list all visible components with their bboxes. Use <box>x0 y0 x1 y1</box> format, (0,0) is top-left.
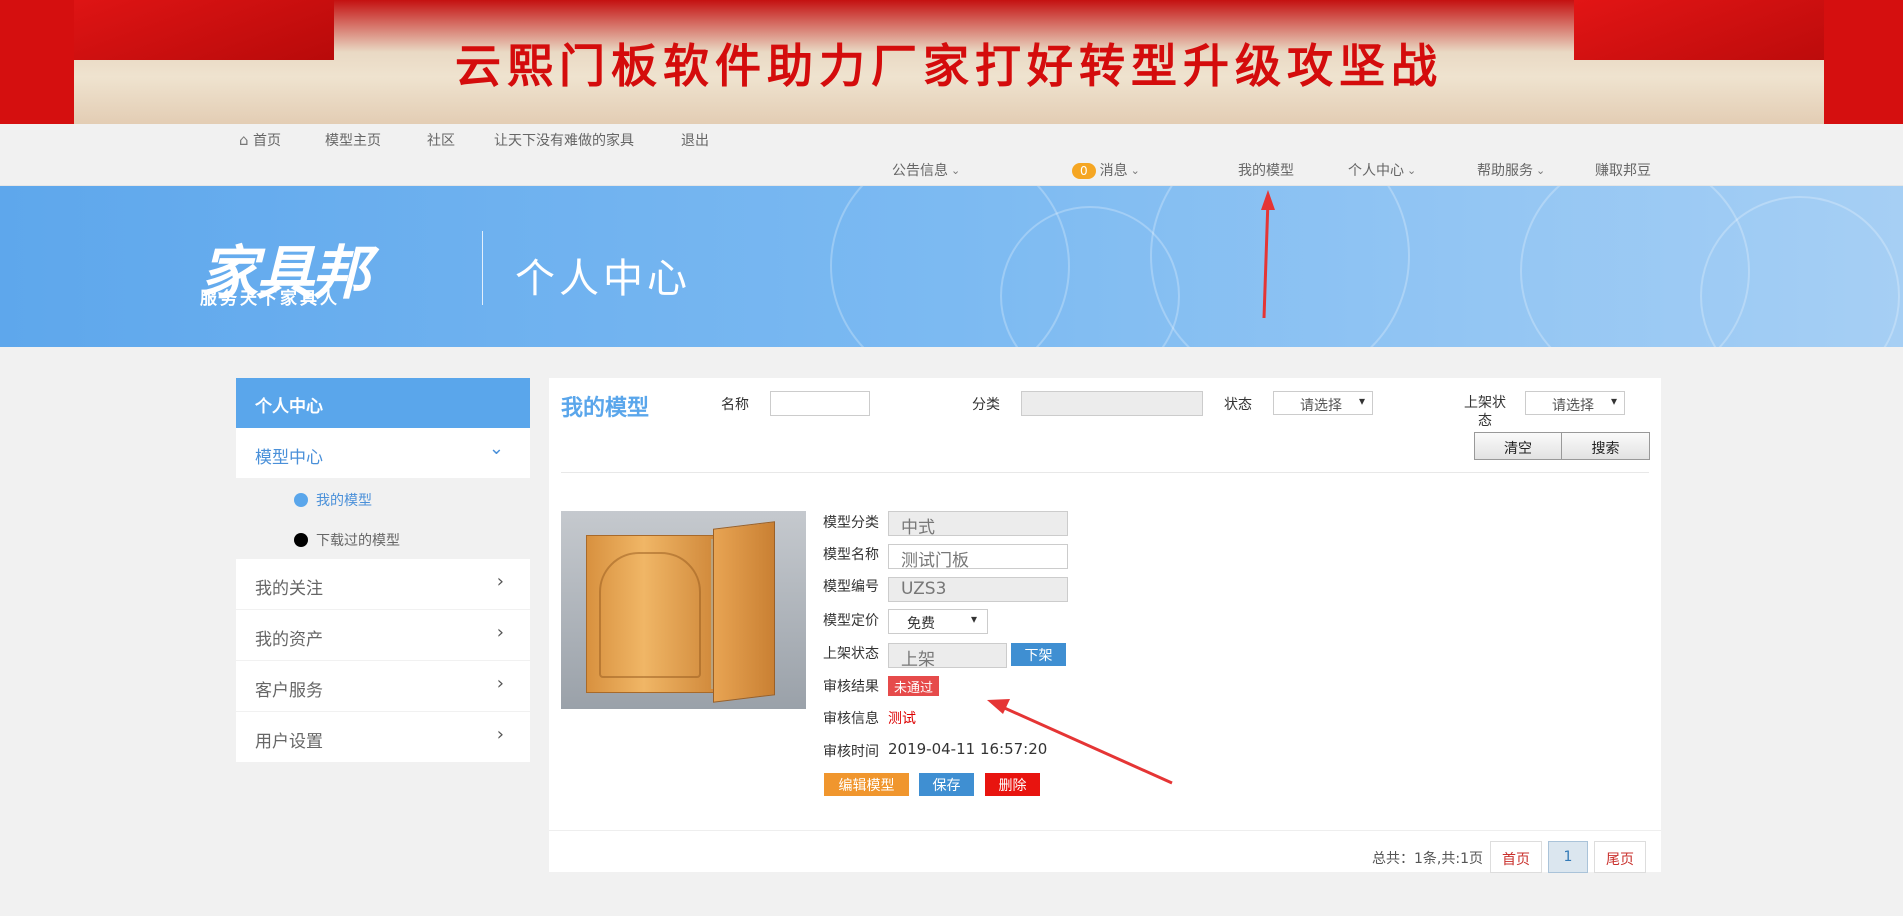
dropdown-arrow-icon: ▾ <box>1358 394 1365 408</box>
search-button[interactable]: 搜索 <box>1561 432 1650 460</box>
sidebar-item-label: 我的资产 <box>255 630 323 650</box>
model-code-field: UZS3 <box>888 577 1068 602</box>
listing-filter-value: 请选择 <box>1552 398 1594 414</box>
nav-earn[interactable]: 赚取邦豆 <box>1595 160 1651 180</box>
section-title: 我的模型 <box>561 396 650 421</box>
nav-announcements-label: 公告信息 <box>892 163 948 179</box>
review-info-label: 审核信息 <box>823 711 879 727</box>
chevron-right-icon: › <box>496 724 504 745</box>
model-name-label: 模型名称 <box>823 547 879 563</box>
chevron-right-icon: › <box>496 622 504 643</box>
name-filter-label: 名称 <box>721 397 749 413</box>
review-time-label: 审核时间 <box>823 744 879 760</box>
chevron-down-icon: ⌄ <box>488 438 504 459</box>
page-title: 个人中心 <box>515 256 691 302</box>
header-divider <box>482 231 483 305</box>
status-filter-label: 状态 <box>1224 397 1252 413</box>
model-price-value: 免费 <box>907 616 935 632</box>
model-price-select[interactable]: 免费 ▾ <box>888 609 988 634</box>
sidebar-item-settings[interactable]: 用户设置 › <box>236 712 530 763</box>
save-button[interactable]: 保存 <box>919 773 974 796</box>
nav-personal-center[interactable]: 个人中心 ⌄ <box>1348 160 1416 180</box>
page-header: 家具邦 服务天下家具人 个人中心 <box>0 186 1903 347</box>
nav-home-label: 首页 <box>252 133 281 149</box>
home-icon: ⌂ <box>239 131 249 149</box>
model-price-label: 模型定价 <box>823 613 879 629</box>
category-filter-input[interactable] <box>1021 391 1203 416</box>
nav-help-label: 帮助服务 <box>1477 163 1533 179</box>
chevron-down-icon: ⌄ <box>1130 164 1140 177</box>
main-panel: 我的模型 名称 分类 状态 请选择 ▾ 上架状态 请选择 ▾ 清空 搜索 模型分… <box>549 378 1661 873</box>
sidebar-item-service[interactable]: 客户服务 › <box>236 661 530 712</box>
bullet-icon <box>294 493 308 507</box>
edit-model-button[interactable]: 编辑模型 <box>824 773 909 796</box>
top-banner: 云熙门板软件助力厂家打好转型升级攻坚战 <box>0 0 1903 124</box>
banner-slogan: 云熙门板软件助力厂家打好转型升级攻坚战 <box>455 39 1443 93</box>
clear-button[interactable]: 清空 <box>1474 432 1562 460</box>
dropdown-arrow-icon: ▾ <box>970 612 977 626</box>
sidebar-subitem-downloaded[interactable]: 下载过的模型 <box>236 519 530 559</box>
sidebar-item-assets[interactable]: 我的资产 › <box>236 610 530 661</box>
review-time-value: 2019-04-11 16:57:20 <box>888 740 1048 758</box>
listing-status-field: 上架 <box>888 643 1007 670</box>
model-name-input[interactable]: 测试门板 <box>888 544 1068 571</box>
review-result-label: 审核结果 <box>823 679 879 695</box>
delete-button[interactable]: 删除 <box>985 773 1040 796</box>
pager-current[interactable]: 1 <box>1548 841 1588 873</box>
sidebar-item-label: 模型中心 <box>255 448 323 468</box>
chevron-down-icon: ⌄ <box>951 164 961 177</box>
review-status-badge: 未通过 <box>888 676 940 696</box>
nav-personal-center-label: 个人中心 <box>1348 163 1404 179</box>
chevron-right-icon: › <box>496 571 504 592</box>
sidebar-item-label: 我的关注 <box>255 579 323 599</box>
name-filter-input[interactable] <box>770 391 870 416</box>
filter-divider <box>561 472 1649 473</box>
chevron-down-icon: ⌄ <box>1536 164 1546 177</box>
model-thumbnail[interactable] <box>561 511 806 709</box>
sidebar-item-label: 客户服务 <box>255 681 323 701</box>
nav-messages[interactable]: 0 消息 ⌄ <box>1072 160 1140 180</box>
bullet-icon <box>294 533 308 547</box>
sidebar-header: 个人中心 <box>236 378 530 428</box>
nav-model-home[interactable]: 模型主页 <box>325 130 381 150</box>
nav-messages-label: 消息 <box>1099 163 1128 179</box>
sidebar-subitem-label: 下载过的模型 <box>316 533 400 549</box>
pager-last[interactable]: 尾页 <box>1594 841 1646 873</box>
site-logo-tagline: 服务天下家具人 <box>200 289 340 309</box>
nav-community[interactable]: 社区 <box>427 130 455 150</box>
pager-first[interactable]: 首页 <box>1490 841 1542 873</box>
sidebar-item-label: 用户设置 <box>255 732 323 752</box>
model-category-label: 模型分类 <box>823 515 879 531</box>
chevron-right-icon: › <box>496 673 504 694</box>
message-count-badge: 0 <box>1072 163 1096 179</box>
listing-filter-label: 上架状态 <box>1464 395 1506 429</box>
review-info-value: 测试 <box>888 711 916 727</box>
model-code-label: 模型编号 <box>823 579 879 595</box>
nav-help[interactable]: 帮助服务 ⌄ <box>1477 160 1545 180</box>
status-filter-select[interactable]: 请选择 ▾ <box>1273 391 1373 415</box>
dropdown-arrow-icon: ▾ <box>1610 394 1617 408</box>
nav-logout[interactable]: 退出 <box>681 130 709 150</box>
nav-home[interactable]: ⌂ 首页 <box>239 130 281 150</box>
nav-announcements[interactable]: 公告信息 ⌄ <box>892 160 960 180</box>
pager-divider <box>549 830 1661 831</box>
category-filter-label: 分类 <box>972 397 1000 413</box>
listing-filter-select[interactable]: 请选择 ▾ <box>1525 391 1625 415</box>
nav-my-models[interactable]: 我的模型 <box>1238 160 1294 180</box>
sidebar: 个人中心 模型中心 ⌄ 我的模型 下载过的模型 我的关注 › 我的资产 › 客户… <box>236 378 530 763</box>
sidebar-item-following[interactable]: 我的关注 › <box>236 559 530 610</box>
listing-status-label: 上架状态 <box>823 646 879 662</box>
sidebar-subitem-my-models[interactable]: 我的模型 <box>236 479 530 519</box>
sidebar-subitem-label: 我的模型 <box>316 493 372 509</box>
nav-slogan-link[interactable]: 让天下没有难做的家具 <box>494 130 634 150</box>
chevron-down-icon: ⌄ <box>1407 164 1417 177</box>
status-filter-value: 请选择 <box>1300 398 1342 414</box>
unlist-button[interactable]: 下架 <box>1011 643 1066 666</box>
model-category-field: 中式 <box>888 511 1068 538</box>
sidebar-item-model-center[interactable]: 模型中心 ⌄ <box>236 428 530 479</box>
pager-total: 总共：1条,共:1页 <box>1372 851 1483 867</box>
